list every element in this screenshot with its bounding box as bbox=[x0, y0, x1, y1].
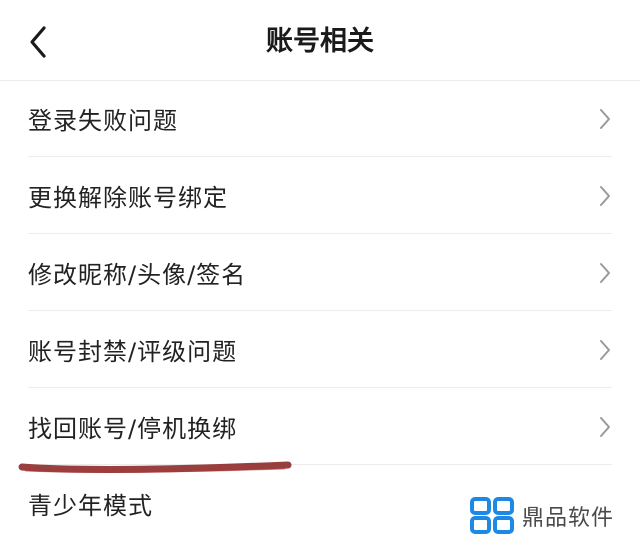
chevron-left-icon bbox=[30, 26, 46, 58]
chevron-right-icon bbox=[600, 339, 610, 360]
menu-item-label: 登录失败问题 bbox=[28, 107, 178, 135]
page-title: 账号相关 bbox=[266, 26, 374, 57]
account-menu-list: 登录失败问题 更换解除账号绑定 修改昵称/头像/签名 账号封禁/评级问题 找回账… bbox=[0, 80, 640, 542]
menu-item-edit-profile[interactable]: 修改昵称/头像/签名 bbox=[0, 234, 640, 311]
watermark-text: 鼎品软件 bbox=[521, 506, 614, 531]
chevron-right-icon bbox=[600, 262, 610, 283]
menu-item-label: 账号封禁/评级问题 bbox=[28, 338, 238, 366]
menu-item-change-unbind-account[interactable]: 更换解除账号绑定 bbox=[0, 157, 640, 234]
menu-item-label: 找回账号/停机换绑 bbox=[28, 415, 238, 443]
menu-item-recover-account[interactable]: 找回账号/停机换绑 bbox=[0, 388, 640, 465]
menu-item-account-ban-rating[interactable]: 账号封禁/评级问题 bbox=[0, 311, 640, 388]
top-navigation-bar: 账号相关 bbox=[0, 0, 640, 81]
chevron-right-icon bbox=[600, 108, 610, 129]
menu-item-label: 修改昵称/头像/签名 bbox=[28, 261, 247, 289]
menu-item-label: 更换解除账号绑定 bbox=[28, 184, 228, 212]
chevron-right-icon bbox=[600, 416, 610, 437]
menu-item-label: 青少年模式 bbox=[28, 492, 153, 520]
menu-item-login-failure[interactable]: 登录失败问题 bbox=[0, 80, 640, 157]
brand-logo-icon bbox=[469, 497, 514, 534]
watermark: 鼎品软件 bbox=[469, 497, 614, 535]
back-button[interactable] bbox=[22, 22, 58, 62]
chevron-right-icon bbox=[600, 185, 610, 206]
